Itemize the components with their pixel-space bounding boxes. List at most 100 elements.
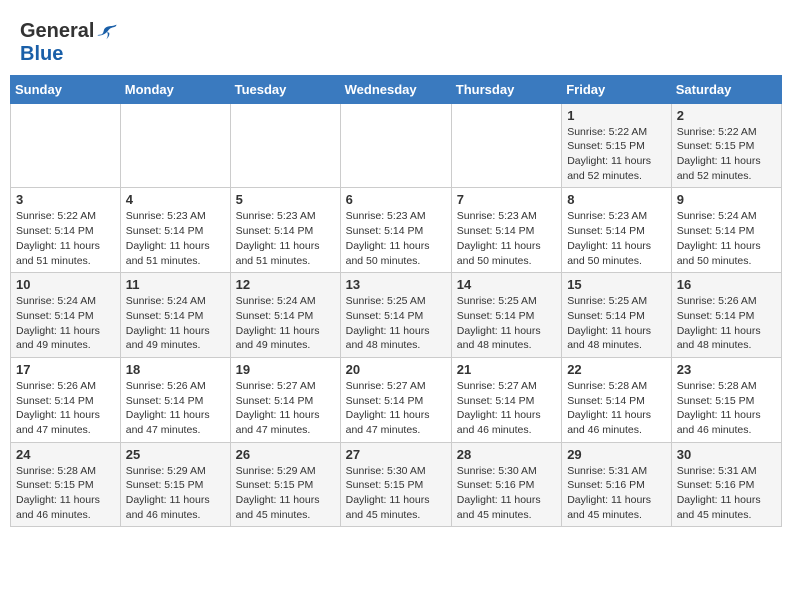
page-header: General Blue bbox=[10, 10, 782, 70]
calendar-cell: 11Sunrise: 5:24 AM Sunset: 5:14 PM Dayli… bbox=[120, 273, 230, 358]
day-number: 23 bbox=[677, 362, 776, 377]
weekday-header-tuesday: Tuesday bbox=[230, 75, 340, 103]
calendar-cell: 6Sunrise: 5:23 AM Sunset: 5:14 PM Daylig… bbox=[340, 188, 451, 273]
day-number: 7 bbox=[457, 192, 556, 207]
day-info: Sunrise: 5:24 AM Sunset: 5:14 PM Dayligh… bbox=[16, 294, 115, 353]
calendar-cell: 25 Sunrise: 5:29 AM Sunset: 5:15 PM Dayli… bbox=[120, 442, 230, 527]
day-number: 24 bbox=[16, 447, 115, 462]
calendar-cell: 14 Sunrise: 5:25 AM Sunset: 5:14 PM Dayli… bbox=[451, 273, 561, 358]
calendar-cell: 27 Sunrise: 5:30 AM Sunset: 5:15 PM Dayli… bbox=[340, 442, 451, 527]
day-info: Sunrise: 5:31 AM Sunset: 5:16 PM Dayligh… bbox=[567, 464, 666, 523]
day-info: Sunrise: 5:29 AM Sunset: 5:15 PM Dayligh… bbox=[236, 464, 335, 523]
day-number: 27 bbox=[346, 447, 446, 462]
day-info: Sunrise: 5:30 AM Sunset: 5:15 PM Dayligh… bbox=[346, 464, 446, 523]
day-info: Sunrise: 5:29 AM Sunset: 5:15 PM Dayligh… bbox=[126, 464, 225, 523]
weekday-header-saturday: Saturday bbox=[671, 75, 781, 103]
logo: General Blue bbox=[20, 20, 118, 65]
calendar-cell bbox=[451, 103, 561, 188]
weekday-header-thursday: Thursday bbox=[451, 75, 561, 103]
week-row-3: 10 Sunrise: 5:24 AM Sunset: 5:14 PM Dayli… bbox=[11, 273, 782, 358]
day-number: 14 bbox=[457, 277, 556, 292]
day-info: Sunrise: 5:27 AM Sunset: 5:14 PM Dayligh… bbox=[457, 379, 556, 438]
day-info: Sunrise: 5:24 AM Sunset: 5:14 PM Dayligh… bbox=[236, 294, 335, 353]
calendar-cell: 30 Sunrise: 5:31 AM Sunset: 5:16 PM Dayli… bbox=[671, 442, 781, 527]
day-number: 5 bbox=[236, 192, 335, 207]
calendar-cell: 26 Sunrise: 5:29 AM Sunset: 5:15 PM Dayli… bbox=[230, 442, 340, 527]
day-number: 4 bbox=[126, 192, 225, 207]
day-number: 17 bbox=[16, 362, 115, 377]
calendar-cell: 9Sunrise: 5:24 AM Sunset: 5:14 PM Daylig… bbox=[671, 188, 781, 273]
calendar-cell: 13Sunrise: 5:25 AM Sunset: 5:14 PM Dayli… bbox=[340, 273, 451, 358]
day-info: Sunrise: 5:28 AM Sunset: 5:15 PM Dayligh… bbox=[16, 464, 115, 523]
calendar-cell bbox=[120, 103, 230, 188]
day-info: Sunrise: 5:25 AM Sunset: 5:14 PM Dayligh… bbox=[457, 294, 556, 353]
calendar-cell: 24 Sunrise: 5:28 AM Sunset: 5:15 PM Dayli… bbox=[11, 442, 121, 527]
day-info: Sunrise: 5:28 AM Sunset: 5:14 PM Dayligh… bbox=[567, 379, 666, 438]
day-number: 30 bbox=[677, 447, 776, 462]
day-info: Sunrise: 5:23 AM Sunset: 5:14 PM Dayligh… bbox=[457, 209, 556, 268]
day-info: Sunrise: 5:27 AM Sunset: 5:14 PM Dayligh… bbox=[236, 379, 335, 438]
day-info: Sunrise: 5:25 AM Sunset: 5:14 PM Dayligh… bbox=[346, 294, 446, 353]
day-number: 10 bbox=[16, 277, 115, 292]
weekday-header-friday: Friday bbox=[562, 75, 672, 103]
week-row-5: 24 Sunrise: 5:28 AM Sunset: 5:15 PM Dayli… bbox=[11, 442, 782, 527]
day-info: Sunrise: 5:23 AM Sunset: 5:14 PM Dayligh… bbox=[567, 209, 666, 268]
day-number: 22 bbox=[567, 362, 666, 377]
day-number: 6 bbox=[346, 192, 446, 207]
day-number: 3 bbox=[16, 192, 115, 207]
day-number: 8 bbox=[567, 192, 666, 207]
calendar-table: SundayMondayTuesdayWednesdayThursdayFrid… bbox=[10, 75, 782, 528]
calendar-cell: 12 Sunrise: 5:24 AM Sunset: 5:14 PM Dayli… bbox=[230, 273, 340, 358]
day-number: 19 bbox=[236, 362, 335, 377]
day-info: Sunrise: 5:22 AM Sunset: 5:15 PM Dayligh… bbox=[677, 125, 776, 184]
week-row-4: 17 Sunrise: 5:26 AM Sunset: 5:14 PM Dayli… bbox=[11, 357, 782, 442]
day-number: 18 bbox=[126, 362, 225, 377]
day-number: 2 bbox=[677, 108, 776, 123]
day-info: Sunrise: 5:26 AM Sunset: 5:14 PM Dayligh… bbox=[16, 379, 115, 438]
day-number: 20 bbox=[346, 362, 446, 377]
day-number: 25 bbox=[126, 447, 225, 462]
weekday-header-wednesday: Wednesday bbox=[340, 75, 451, 103]
day-info: Sunrise: 5:25 AM Sunset: 5:14 PM Dayligh… bbox=[567, 294, 666, 353]
day-info: Sunrise: 5:22 AM Sunset: 5:14 PM Dayligh… bbox=[16, 209, 115, 268]
day-number: 15 bbox=[567, 277, 666, 292]
day-info: Sunrise: 5:27 AM Sunset: 5:14 PM Dayligh… bbox=[346, 379, 446, 438]
day-number: 1 bbox=[567, 108, 666, 123]
day-info: Sunrise: 5:28 AM Sunset: 5:15 PM Dayligh… bbox=[677, 379, 776, 438]
calendar-cell bbox=[230, 103, 340, 188]
calendar-cell: 16Sunrise: 5:26 AM Sunset: 5:14 PM Dayli… bbox=[671, 273, 781, 358]
day-number: 9 bbox=[677, 192, 776, 207]
week-row-2: 3 Sunrise: 5:22 AM Sunset: 5:14 PM Daylig… bbox=[11, 188, 782, 273]
calendar-cell: 2 Sunrise: 5:22 AM Sunset: 5:15 PM Daylig… bbox=[671, 103, 781, 188]
weekday-header-row: SundayMondayTuesdayWednesdayThursdayFrid… bbox=[11, 75, 782, 103]
weekday-header-monday: Monday bbox=[120, 75, 230, 103]
day-info: Sunrise: 5:22 AM Sunset: 5:15 PM Dayligh… bbox=[567, 125, 666, 184]
day-number: 21 bbox=[457, 362, 556, 377]
logo-blue: Blue bbox=[20, 43, 118, 65]
calendar-cell: 28 Sunrise: 5:30 AM Sunset: 5:16 PM Dayli… bbox=[451, 442, 561, 527]
logo-bird-icon bbox=[96, 21, 118, 43]
day-info: Sunrise: 5:24 AM Sunset: 5:14 PM Dayligh… bbox=[126, 294, 225, 353]
day-info: Sunrise: 5:31 AM Sunset: 5:16 PM Dayligh… bbox=[677, 464, 776, 523]
day-info: Sunrise: 5:30 AM Sunset: 5:16 PM Dayligh… bbox=[457, 464, 556, 523]
day-number: 28 bbox=[457, 447, 556, 462]
calendar-cell: 4Sunrise: 5:23 AM Sunset: 5:14 PM Daylig… bbox=[120, 188, 230, 273]
calendar-cell: 3 Sunrise: 5:22 AM Sunset: 5:14 PM Daylig… bbox=[11, 188, 121, 273]
day-number: 12 bbox=[236, 277, 335, 292]
calendar-cell: 22 Sunrise: 5:28 AM Sunset: 5:14 PM Dayli… bbox=[562, 357, 672, 442]
calendar-cell: 15 Sunrise: 5:25 AM Sunset: 5:14 PM Dayli… bbox=[562, 273, 672, 358]
logo-general: General bbox=[20, 20, 94, 42]
calendar-cell bbox=[340, 103, 451, 188]
weekday-header-sunday: Sunday bbox=[11, 75, 121, 103]
calendar-cell: 21 Sunrise: 5:27 AM Sunset: 5:14 PM Dayli… bbox=[451, 357, 561, 442]
calendar-cell: 23 Sunrise: 5:28 AM Sunset: 5:15 PM Dayli… bbox=[671, 357, 781, 442]
calendar-cell: 8 Sunrise: 5:23 AM Sunset: 5:14 PM Daylig… bbox=[562, 188, 672, 273]
calendar-cell: 20 Sunrise: 5:27 AM Sunset: 5:14 PM Dayli… bbox=[340, 357, 451, 442]
calendar-cell bbox=[11, 103, 121, 188]
day-number: 16 bbox=[677, 277, 776, 292]
calendar-cell: 17 Sunrise: 5:26 AM Sunset: 5:14 PM Dayli… bbox=[11, 357, 121, 442]
day-number: 26 bbox=[236, 447, 335, 462]
calendar-cell: 1 Sunrise: 5:22 AM Sunset: 5:15 PM Daylig… bbox=[562, 103, 672, 188]
calendar-cell: 5 Sunrise: 5:23 AM Sunset: 5:14 PM Daylig… bbox=[230, 188, 340, 273]
day-info: Sunrise: 5:23 AM Sunset: 5:14 PM Dayligh… bbox=[236, 209, 335, 268]
